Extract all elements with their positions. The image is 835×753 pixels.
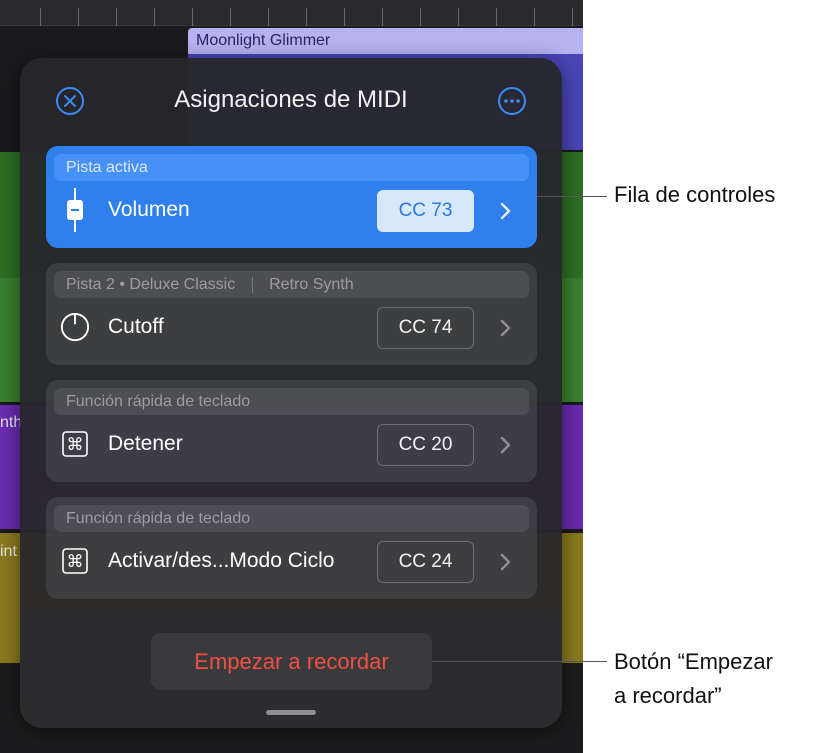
midi-assignments-panel: Asignaciones de MIDI Pista activa Volume… [20, 58, 562, 728]
row-label: Activar/des...Modo Ciclo [108, 549, 335, 572]
row-label: Detener [108, 432, 183, 455]
callout-controls-row: Fila de controles [614, 182, 776, 207]
chevron-right-icon[interactable] [498, 552, 512, 572]
controls-row-stop[interactable]: Función rápida de teclado ⌘ Detener CC 2… [46, 380, 537, 482]
command-icon: ⌘ [60, 546, 90, 576]
controls-row-cycle[interactable]: Función rápida de teclado ⌘ Activar/des.… [46, 497, 537, 599]
row-label: Volumen [108, 198, 190, 221]
home-indicator[interactable] [266, 710, 316, 715]
row-header: Función rápida de teclado [54, 388, 529, 415]
row-header-track: Pista 2 • Deluxe Classic [66, 276, 236, 293]
chevron-right-icon[interactable] [498, 201, 512, 221]
start-recording-button[interactable]: Empezar a recordar [151, 633, 432, 690]
callout-line-record [432, 661, 607, 662]
region-title[interactable]: Moonlight Glimmer [188, 28, 583, 54]
cc-value-button[interactable]: CC 73 [377, 190, 474, 232]
svg-text:⌘: ⌘ [67, 552, 84, 572]
callout-record-line2: a recordar” [614, 683, 722, 708]
track-name-fragment: int [0, 543, 17, 560]
chevron-right-icon[interactable] [498, 435, 512, 455]
callout-line-controls [537, 196, 607, 197]
chevron-right-icon[interactable] [498, 318, 512, 338]
cc-value-button[interactable]: CC 24 [377, 541, 474, 583]
controls-row-volume[interactable]: Pista activa Volumen CC 73 [46, 146, 537, 248]
cc-value-button[interactable]: CC 74 [377, 307, 474, 349]
row-header-plugin: Retro Synth [269, 276, 354, 293]
track-name-fragment: nth [0, 414, 23, 431]
panel-title: Asignaciones de MIDI [174, 86, 408, 113]
row-header: Pista 2 • Deluxe Classic Retro Synth [54, 271, 529, 298]
controls-row-cutoff[interactable]: Pista 2 • Deluxe Classic Retro Synth Cut… [46, 263, 537, 365]
command-icon: ⌘ [60, 429, 90, 459]
header-divider [251, 276, 253, 293]
row-header: Función rápida de teclado [54, 505, 529, 532]
callout-record-line1: Botón “Empezar [614, 649, 773, 674]
knob-icon [60, 312, 90, 342]
svg-text:⌘: ⌘ [67, 435, 84, 455]
timeline-ruler[interactable] [0, 0, 583, 26]
more-options-button[interactable] [498, 87, 526, 115]
row-header: Pista activa [54, 154, 529, 181]
ellipsis-icon [504, 99, 520, 103]
cc-value-button[interactable]: CC 20 [377, 424, 474, 466]
fader-icon [60, 188, 90, 232]
row-label: Cutoff [108, 315, 164, 338]
